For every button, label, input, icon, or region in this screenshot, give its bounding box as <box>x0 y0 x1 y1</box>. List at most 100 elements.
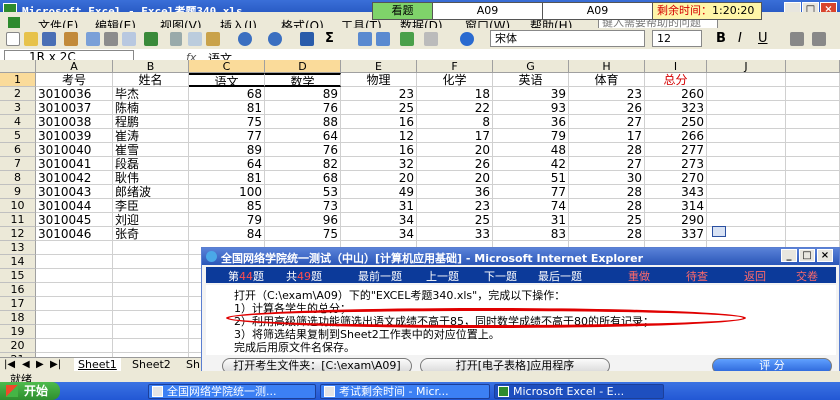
cell[interactable]: 段磊 <box>113 157 189 171</box>
col-header-b[interactable]: B <box>113 60 189 73</box>
cell[interactable]: 25 <box>569 213 645 227</box>
open-icon[interactable] <box>24 32 38 46</box>
cell[interactable]: 28 <box>569 227 645 241</box>
cell[interactable]: 毕杰 <box>113 87 189 101</box>
redo-icon[interactable] <box>268 32 282 46</box>
cell[interactable] <box>113 241 189 255</box>
cell[interactable]: 31 <box>341 199 417 213</box>
cell[interactable] <box>113 269 189 283</box>
cell[interactable]: 75 <box>189 115 265 129</box>
cell[interactable]: 30 <box>569 171 645 185</box>
spelling-icon[interactable] <box>144 32 158 46</box>
cell[interactable] <box>36 297 113 311</box>
cell[interactable] <box>786 101 840 115</box>
row-header[interactable]: 11 <box>0 213 36 227</box>
email-icon[interactable] <box>86 32 100 46</box>
cell[interactable]: 程鹏 <box>113 115 189 129</box>
cell[interactable]: 93 <box>493 101 569 115</box>
italic-icon[interactable]: I <box>738 31 742 46</box>
col-header-h[interactable]: H <box>569 60 645 73</box>
tab-sheet2[interactable]: Sheet2 <box>128 358 175 371</box>
cell[interactable] <box>707 115 786 129</box>
back-button[interactable]: 返回 <box>744 268 766 284</box>
copy-icon[interactable] <box>188 32 202 46</box>
cell[interactable]: 290 <box>645 213 707 227</box>
cell[interactable]: 34 <box>341 227 417 241</box>
col-header-a[interactable]: A <box>36 60 113 73</box>
cell[interactable]: 32 <box>341 157 417 171</box>
cell[interactable]: 28 <box>569 143 645 157</box>
cell[interactable]: 82 <box>265 157 341 171</box>
font-name-select[interactable]: 宋体 <box>490 30 645 47</box>
cell[interactable]: 73 <box>265 199 341 213</box>
cell[interactable]: 张奇 <box>113 227 189 241</box>
row-header[interactable]: 16 <box>0 283 36 297</box>
cell[interactable] <box>786 87 840 101</box>
cell[interactable]: 34 <box>341 213 417 227</box>
paste-icon[interactable] <box>206 32 220 46</box>
row-header[interactable]: 19 <box>0 325 36 339</box>
cell[interactable]: 48 <box>493 143 569 157</box>
cell[interactable]: 25 <box>341 101 417 115</box>
cell[interactable] <box>707 143 786 157</box>
header-cell[interactable]: 考号 <box>36 73 113 87</box>
sort-asc-icon[interactable] <box>358 32 372 46</box>
cell[interactable]: 17 <box>569 129 645 143</box>
row-header[interactable]: 1 <box>0 73 36 87</box>
cell[interactable]: 75 <box>265 227 341 241</box>
cell[interactable]: 36 <box>493 115 569 129</box>
cell[interactable] <box>786 157 840 171</box>
preview-icon[interactable] <box>122 32 136 46</box>
cell[interactable]: 崔涛 <box>113 129 189 143</box>
cell[interactable]: 3010039 <box>36 129 113 143</box>
cell[interactable] <box>786 115 840 129</box>
col-header-d[interactable]: D <box>265 60 341 73</box>
cell[interactable]: 64 <box>189 157 265 171</box>
tab-scroll-last-icon[interactable]: ▶| <box>50 359 61 370</box>
cell[interactable] <box>786 227 840 241</box>
redo-button[interactable]: 重做 <box>628 268 650 284</box>
header-cell[interactable]: 化学 <box>417 73 493 87</box>
cell[interactable]: 88 <box>265 115 341 129</box>
cell[interactable]: 77 <box>189 129 265 143</box>
font-size-select[interactable]: 12 <box>652 30 702 47</box>
header-cell[interactable]: 体育 <box>569 73 645 87</box>
cell[interactable]: 23 <box>569 87 645 101</box>
cell[interactable]: 84 <box>189 227 265 241</box>
cell[interactable]: 20 <box>417 143 493 157</box>
cell[interactable] <box>707 185 786 199</box>
start-button[interactable]: 开始 <box>0 382 60 400</box>
cell[interactable]: 27 <box>569 115 645 129</box>
cell[interactable]: 74 <box>493 199 569 213</box>
cell[interactable]: 323 <box>645 101 707 115</box>
cell[interactable]: 崔雪 <box>113 143 189 157</box>
cell[interactable]: 耿伟 <box>113 171 189 185</box>
cut-icon[interactable] <box>170 32 182 46</box>
cell[interactable]: 3010045 <box>36 213 113 227</box>
cell[interactable] <box>36 339 113 353</box>
row-header[interactable]: 12 <box>0 227 36 241</box>
cell[interactable]: 39 <box>493 87 569 101</box>
cell[interactable]: 3010042 <box>36 171 113 185</box>
new-icon[interactable] <box>6 32 20 46</box>
cell[interactable]: 89 <box>265 87 341 101</box>
cell[interactable]: 83 <box>493 227 569 241</box>
col-header-f[interactable]: F <box>417 60 493 73</box>
col-header-i[interactable]: I <box>645 60 707 73</box>
hyperlink-icon[interactable] <box>300 32 314 46</box>
cell[interactable]: 68 <box>265 171 341 185</box>
row-header[interactable]: 5 <box>0 129 36 143</box>
cell[interactable]: 刘迎 <box>113 213 189 227</box>
row-header[interactable]: 17 <box>0 297 36 311</box>
cell[interactable]: 81 <box>189 171 265 185</box>
cell[interactable] <box>113 325 189 339</box>
cell[interactable] <box>36 241 113 255</box>
cell[interactable]: 260 <box>645 87 707 101</box>
cell[interactable]: 12 <box>341 129 417 143</box>
cell[interactable]: 53 <box>265 185 341 199</box>
undo-icon[interactable] <box>238 32 252 46</box>
cell[interactable] <box>707 171 786 185</box>
cell[interactable]: 79 <box>189 213 265 227</box>
cell[interactable]: 陈楠 <box>113 101 189 115</box>
cell[interactable]: 8 <box>417 115 493 129</box>
